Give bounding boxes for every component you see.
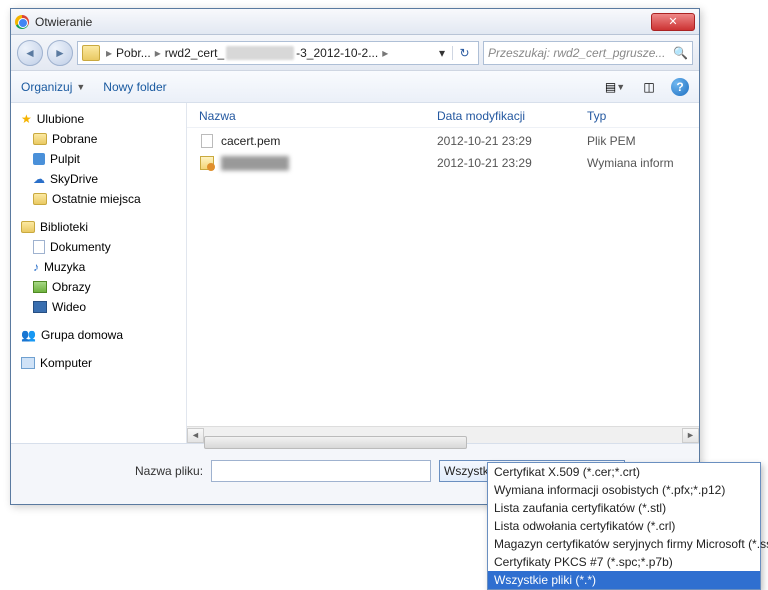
horizontal-scrollbar[interactable]: ◄ ► [187,426,699,443]
search-input[interactable]: Przeszukaj: rwd2_cert_pgrusze... 🔍 [483,41,693,65]
filetype-option[interactable]: Certyfikaty PKCS #7 (*.spc;*.p7b) [488,553,760,571]
sidebar-item-pobrane[interactable]: Pobrane [11,129,186,149]
file-name: cacert.pem [221,134,437,148]
sidebar-item-pulpit[interactable]: Pulpit [11,149,186,169]
sidebar-item-label: Obrazy [52,280,91,294]
back-button[interactable]: ◄ [17,40,43,66]
breadcrumb-folder-redacted: ████████ [226,46,294,60]
scroll-thumb[interactable] [204,436,467,449]
filetype-option[interactable]: Certyfikat X.509 (*.cer;*.crt) [488,463,760,481]
sidebar-item-label: SkyDrive [50,172,98,186]
file-type: Wymiana inform [587,156,687,170]
chevron-right-icon: ▸ [153,46,163,60]
nav-row: ◄ ► ▸ Pobr... ▸ rwd2_cert_████████-3_201… [11,35,699,71]
sidebar-item-skydrive[interactable]: ☁ SkyDrive [11,169,186,189]
filetype-option[interactable]: Lista zaufania certyfikatów (*.stl) [488,499,760,517]
sidebar-item-label: Muzyka [44,260,85,274]
sidebar-item-recent[interactable]: Ostatnie miejsca [11,189,186,209]
sidebar-item-label: Wideo [52,300,86,314]
file-list: cacert.pem 2012-10-21 23:29 Plik PEM ███… [187,128,699,426]
file-date: 2012-10-21 23:29 [437,134,587,148]
file-icon [199,133,215,149]
chevron-down-icon: ▼ [616,82,625,92]
sidebar-item-documents[interactable]: Dokumenty [11,237,186,257]
sidebar-label: Ulubione [37,112,84,126]
certificate-icon [199,155,215,171]
homegroup-icon: 👥 [21,328,36,342]
sidebar-item-label: Pulpit [50,152,80,166]
filename-input[interactable] [211,460,431,482]
sidebar-label: Komputer [40,356,92,370]
file-row[interactable]: ████████ 2012-10-21 23:29 Wymiana inform [199,152,687,174]
preview-pane-button[interactable]: ◫ [637,76,661,98]
column-name[interactable]: Nazwa [199,109,437,123]
organize-label: Organizuj [21,80,72,94]
cloud-icon: ☁ [33,172,45,186]
search-icon[interactable]: 🔍 [673,46,688,60]
search-placeholder: Przeszukaj: rwd2_cert_pgrusze... [488,46,665,60]
filename-label: Nazwa pliku: [135,464,203,478]
document-icon [33,240,45,254]
breadcrumb-folder-prefix[interactable]: rwd2_cert_ [165,46,224,60]
breadcrumb-folder-suffix[interactable]: -3_2012-10-2... [296,46,378,60]
computer-icon [21,357,35,369]
column-headers[interactable]: Nazwa Data modyfikacji Typ [187,103,699,128]
image-icon [33,281,47,293]
breadcrumb-dropdown-button[interactable]: ▾ [434,46,450,60]
file-date: 2012-10-21 23:29 [437,156,587,170]
folder-icon [82,45,100,61]
sidebar-item-label: Pobrane [52,132,97,146]
scroll-left-button[interactable]: ◄ [187,428,204,443]
sidebar-label: Grupa domowa [41,328,123,342]
star-icon: ★ [21,112,32,126]
folder-icon [33,133,47,145]
scroll-right-button[interactable]: ► [682,428,699,443]
sidebar-item-label: Dokumenty [50,240,111,254]
sidebar-item-videos[interactable]: Wideo [11,297,186,317]
file-name-redacted: ████████ [221,156,437,170]
filetype-dropdown[interactable]: Certyfikat X.509 (*.cer;*.crt) Wymiana i… [487,462,761,590]
chrome-icon [15,15,29,29]
close-button[interactable]: ✕ [651,13,695,31]
desktop-icon [33,153,45,165]
new-folder-button[interactable]: Nowy folder [103,80,166,94]
column-date[interactable]: Data modyfikacji [437,109,587,123]
organize-button[interactable]: Organizuj ▼ [21,80,85,94]
sidebar-group-favorites[interactable]: ★ Ulubione [11,109,186,129]
sidebar-group-libraries[interactable]: Biblioteki [11,217,186,237]
file-row[interactable]: cacert.pem 2012-10-21 23:29 Plik PEM [199,130,687,152]
titlebar: Otwieranie ✕ [11,9,699,35]
breadcrumb-root[interactable]: Pobr... [116,46,151,60]
forward-button[interactable]: ► [47,40,73,66]
filetype-option[interactable]: Magazyn certyfikatów seryjnych firmy Mic… [488,535,760,553]
sidebar-group-homegroup[interactable]: 👥 Grupa domowa [11,325,186,345]
music-icon: ♪ [33,260,39,274]
chevron-right-icon: ▸ [104,46,114,60]
sidebar-group-computer[interactable]: Komputer [11,353,186,373]
filetype-option-selected[interactable]: Wszystkie pliki (*.*) [488,571,760,589]
file-type: Plik PEM [587,134,687,148]
open-file-dialog: Otwieranie ✕ ◄ ► ▸ Pobr... ▸ rwd2_cert_█… [10,8,700,505]
refresh-button[interactable]: ↻ [452,46,476,60]
chevron-right-icon: ▸ [380,46,390,60]
column-type[interactable]: Typ [587,109,687,123]
dialog-body: ★ Ulubione Pobrane Pulpit ☁ SkyDrive Ostat… [11,103,699,443]
toolbar: Organizuj ▼ Nowy folder ▤ ▼ ◫ ? [11,71,699,103]
breadcrumb[interactable]: ▸ Pobr... ▸ rwd2_cert_████████-3_2012-10… [77,41,479,65]
help-button[interactable]: ? [671,78,689,96]
view-mode-button[interactable]: ▤ ▼ [603,76,627,98]
sidebar: ★ Ulubione Pobrane Pulpit ☁ SkyDrive Ostat… [11,103,187,443]
sidebar-item-label: Ostatnie miejsca [52,192,141,206]
video-icon [33,301,47,313]
window-title: Otwieranie [35,15,651,29]
sidebar-item-pictures[interactable]: Obrazy [11,277,186,297]
sidebar-item-music[interactable]: ♪ Muzyka [11,257,186,277]
filetype-option[interactable]: Wymiana informacji osobistych (*.pfx;*.p… [488,481,760,499]
folder-icon [33,193,47,205]
sidebar-label: Biblioteki [40,220,88,234]
filetype-option[interactable]: Lista odwołania certyfikatów (*.crl) [488,517,760,535]
chevron-down-icon: ▼ [76,82,85,92]
library-icon [21,221,35,233]
file-pane: Nazwa Data modyfikacji Typ cacert.pem 20… [187,103,699,443]
